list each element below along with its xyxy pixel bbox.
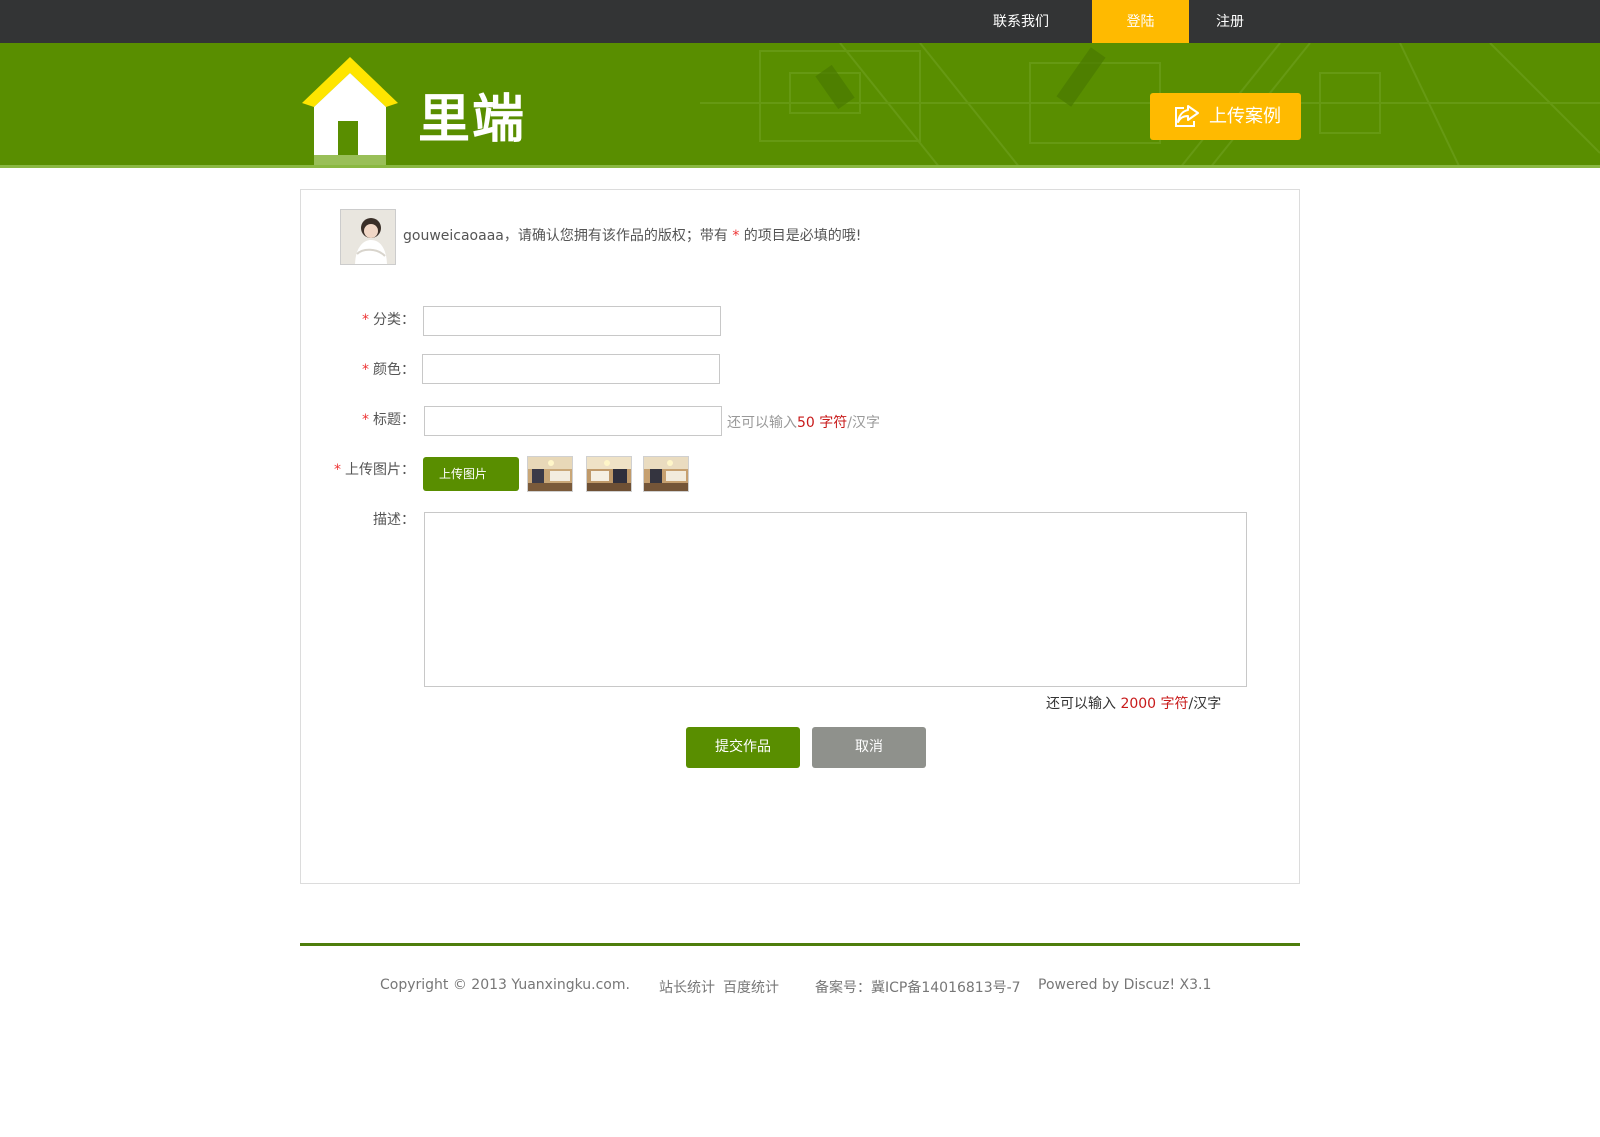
image-thumbnail[interactable] bbox=[527, 456, 573, 492]
nav-contact-link[interactable]: 联系我们 bbox=[980, 0, 1062, 46]
title-label: * 标题： bbox=[340, 409, 415, 429]
hint-suffix: /汉字 bbox=[847, 415, 880, 431]
share-icon bbox=[1175, 105, 1199, 127]
required-star: * bbox=[362, 312, 369, 328]
required-star: * bbox=[732, 228, 740, 244]
hint-count: 50 字符 bbox=[797, 415, 848, 431]
house-logo-icon bbox=[302, 57, 398, 165]
cancel-button[interactable]: 取消 bbox=[812, 727, 926, 768]
notice-text-end: 的项目是必填的哦! bbox=[743, 228, 862, 244]
top-bar bbox=[0, 0, 1600, 43]
category-input[interactable] bbox=[423, 306, 721, 336]
nav-login-link[interactable]: 登陆 bbox=[1092, 0, 1189, 46]
upload-image-button[interactable]: 上传图片 bbox=[423, 457, 519, 491]
footer-copyright: Copyright © 2013 Yuanxingku.com. bbox=[380, 977, 630, 993]
color-input[interactable] bbox=[422, 354, 720, 384]
description-label: 描述： bbox=[373, 512, 415, 528]
logo-text: 里端 bbox=[418, 90, 527, 150]
required-star: * bbox=[334, 462, 341, 478]
image-label-text: 上传图片： bbox=[345, 462, 415, 478]
title-label-text: 标题： bbox=[373, 412, 415, 428]
description-char-hint: 还可以输入 2000 字符/汉字 bbox=[1046, 693, 1221, 713]
description-textarea[interactable] bbox=[424, 512, 1247, 687]
notice-text: ，请确认您拥有该作品的版权；带有 bbox=[503, 228, 728, 244]
color-label: * 颜色： bbox=[340, 359, 415, 379]
copyright-notice: gouweicaoaaa，请确认您拥有该作品的版权；带有 * 的项目是必填的哦! bbox=[403, 225, 861, 245]
submit-button[interactable]: 提交作品 bbox=[686, 727, 800, 768]
footer-stats-link[interactable]: 站长统计 bbox=[659, 977, 715, 997]
footer-powered-by[interactable]: Powered by Discuz! X3.1 bbox=[1038, 977, 1211, 993]
category-label: * 分类： bbox=[340, 309, 415, 329]
footer-baidu-stats-link[interactable]: 百度统计 bbox=[723, 977, 779, 997]
image-thumbnail[interactable] bbox=[586, 456, 632, 492]
title-char-hint: 还可以输入50 字符/汉字 bbox=[727, 412, 880, 432]
image-label: * 上传图片： bbox=[320, 459, 415, 479]
required-star: * bbox=[362, 362, 369, 378]
nav-register-link[interactable]: 注册 bbox=[1200, 0, 1260, 46]
footer-icp[interactable]: 备案号：冀ICP备14016813号-7 bbox=[815, 977, 1021, 997]
required-star: * bbox=[362, 412, 369, 428]
username: gouweicaoaaa bbox=[403, 228, 504, 244]
avatar bbox=[340, 209, 396, 265]
color-label-text: 颜色： bbox=[373, 362, 415, 378]
hint-prefix: 还可以输入 bbox=[727, 415, 797, 431]
header-banner: 里端 上传案例 bbox=[0, 43, 1600, 168]
image-thumbnail[interactable] bbox=[643, 456, 689, 492]
hint-count: 2000 字符 bbox=[1120, 696, 1189, 712]
upload-case-label: 上传案例 bbox=[1209, 106, 1281, 127]
hint-prefix: 还可以输入 bbox=[1046, 696, 1116, 712]
footer-divider bbox=[300, 943, 1300, 946]
hint-suffix: /汉字 bbox=[1188, 696, 1222, 712]
category-label-text: 分类： bbox=[373, 312, 415, 328]
upload-case-button[interactable]: 上传案例 bbox=[1150, 93, 1301, 140]
title-input[interactable] bbox=[424, 406, 722, 436]
